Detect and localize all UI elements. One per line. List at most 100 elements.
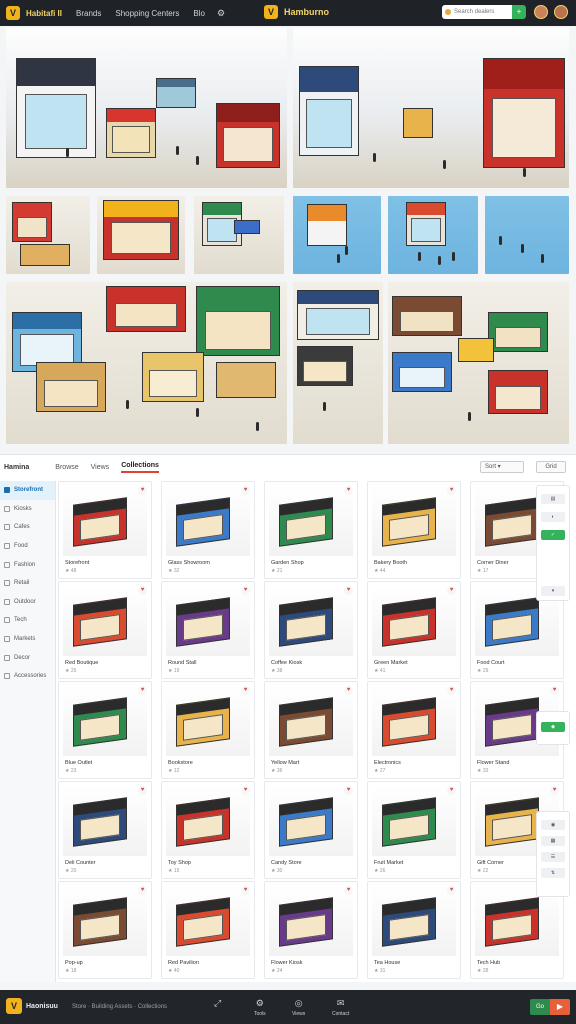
nav-link-blog[interactable]: Blo [193, 9, 205, 18]
gallery-image-mall-1[interactable] [6, 28, 287, 188]
asset-card[interactable]: ♥ Red Boutique ★ 25 [58, 581, 152, 679]
favorite-icon[interactable]: ♥ [344, 886, 353, 895]
asset-card[interactable]: ♥ Red Pavilion ★ 40 [161, 881, 255, 979]
go-button[interactable]: Go [530, 999, 550, 1015]
asset-card[interactable]: ♥ Electronics ★ 27 [367, 681, 461, 779]
favorite-icon[interactable]: ♥ [138, 686, 147, 695]
asset-card[interactable]: ♥ Round Stall ★ 19 [161, 581, 255, 679]
favorite-icon[interactable]: ♥ [138, 586, 147, 595]
shop-illustration [156, 78, 196, 108]
sidebar-item-label: Outdoor [14, 598, 36, 605]
sidebar-item[interactable]: Kiosks [0, 500, 55, 519]
favorite-icon[interactable]: ♥ [550, 786, 559, 795]
sidebar-item[interactable]: Storefront [0, 481, 55, 500]
nav-link-brands[interactable]: Brands [76, 9, 101, 18]
sidebar-item[interactable]: Outdoor [0, 593, 55, 612]
tab-browse[interactable]: Browse [55, 464, 78, 471]
asset-card[interactable]: ♥ Pop-up ★ 18 [58, 881, 152, 979]
filter-button[interactable]: ◐ [541, 512, 565, 522]
gallery-image-plaza-2[interactable] [293, 282, 383, 444]
favorite-icon[interactable]: ♥ [550, 686, 559, 695]
gallery-tile-4[interactable] [293, 196, 381, 274]
asset-name: Candy Store [271, 860, 302, 866]
footer-nav-expand[interactable]: ⤢ [214, 998, 221, 1011]
asset-card[interactable]: ♥ Garden Shop ★ 21 [264, 481, 358, 579]
search-input[interactable]: Search dealers [442, 5, 516, 19]
nav-link-shopping[interactable]: Shopping Centers [115, 9, 179, 18]
asset-card[interactable]: ♥ Bakery Booth ★ 44 [367, 481, 461, 579]
asset-card[interactable]: ♥ Toy Shop ★ 15 [161, 781, 255, 879]
gallery-tile-1[interactable] [6, 196, 90, 274]
gallery-tile-3[interactable] [194, 196, 284, 274]
asset-card[interactable]: ♥ Green Market ★ 41 [367, 581, 461, 679]
favorite-icon[interactable]: ♥ [447, 486, 456, 495]
asset-card[interactable]: ♥ Candy Store ★ 30 [264, 781, 358, 879]
favorite-icon[interactable]: ♥ [138, 886, 147, 895]
filter-button[interactable]: ▤ [541, 494, 565, 504]
favorite-icon[interactable]: ♥ [447, 586, 456, 595]
favorite-icon[interactable]: ♥ [344, 486, 353, 495]
asset-rating: ★ 30 [271, 868, 283, 874]
gallery-tile-6[interactable] [485, 196, 569, 274]
play-button[interactable]: ▶ [550, 999, 570, 1015]
asset-card[interactable]: ♥ Tea House ★ 31 [367, 881, 461, 979]
asset-card[interactable]: ♥ Bookstore ★ 12 [161, 681, 255, 779]
settings-icon[interactable]: ⚙ [217, 8, 225, 19]
favorite-icon[interactable]: ♥ [241, 586, 250, 595]
asset-card[interactable]: ♥ Fruit Market ★ 26 [367, 781, 461, 879]
sidebar-item[interactable]: Tech [0, 611, 55, 630]
tab-collections[interactable]: Collections [121, 462, 159, 473]
sidebar-item[interactable]: Accessories [0, 667, 55, 686]
favorite-icon[interactable]: ♥ [241, 686, 250, 695]
filter-button[interactable]: ⇅ [541, 868, 565, 878]
favorite-icon[interactable]: ♥ [344, 786, 353, 795]
view-toggle[interactable]: Grid [536, 461, 566, 473]
favorite-icon[interactable]: ♥ [138, 786, 147, 795]
asset-card[interactable]: ♥ Blue Outlet ★ 23 [58, 681, 152, 779]
asset-card[interactable]: ♥ Storefront ★ 48 [58, 481, 152, 579]
asset-card[interactable]: ♥ Deli Counter ★ 20 [58, 781, 152, 879]
avatar-secondary[interactable] [554, 5, 568, 19]
filter-button[interactable]: ▦ [541, 836, 565, 846]
gallery-tile-2[interactable] [97, 196, 185, 274]
gallery-image-plaza-1[interactable] [6, 282, 287, 444]
app-logo-icon[interactable]: V [6, 6, 20, 20]
asset-card[interactable]: ♥ Coffee Kiosk ★ 38 [264, 581, 358, 679]
footer-nav-contact[interactable]: ✉ Contact [332, 998, 349, 1017]
sidebar-item[interactable]: Cafes [0, 518, 55, 537]
favorite-icon[interactable]: ♥ [241, 886, 250, 895]
favorite-icon[interactable]: ♥ [447, 786, 456, 795]
filter-button[interactable]: ◆ [541, 722, 565, 732]
favorite-icon[interactable]: ♥ [447, 686, 456, 695]
sidebar-item[interactable]: Decor [0, 648, 55, 667]
gallery-image-plaza-3[interactable] [388, 282, 569, 444]
sidebar-item-label: Food [14, 543, 28, 550]
tab-views[interactable]: Views [91, 464, 110, 471]
avatar[interactable] [534, 5, 548, 19]
sidebar-item[interactable]: Markets [0, 630, 55, 649]
center-logo-icon[interactable]: V [264, 5, 278, 19]
asset-card[interactable]: ♥ Glass Showroom ★ 32 [161, 481, 255, 579]
favorite-icon[interactable]: ♥ [241, 486, 250, 495]
asset-card[interactable]: ♥ Yellow Mart ★ 36 [264, 681, 358, 779]
asset-card[interactable]: ♥ Flower Kiosk ★ 24 [264, 881, 358, 979]
search-submit-button[interactable]: + [512, 5, 526, 19]
filter-button[interactable]: ▾ [541, 586, 565, 596]
footer-logo-icon[interactable]: V [6, 998, 22, 1014]
footer-nav-tools[interactable]: ⚙ Tools [254, 998, 266, 1017]
gallery-tile-5[interactable] [388, 196, 478, 274]
footer-nav-views[interactable]: ◎ Views [292, 998, 305, 1017]
filter-button[interactable]: ✓ [541, 530, 565, 540]
sidebar-item[interactable]: Retail [0, 574, 55, 593]
favorite-icon[interactable]: ♥ [241, 786, 250, 795]
sidebar-item[interactable]: Fashion [0, 555, 55, 574]
sidebar-item[interactable]: Food [0, 537, 55, 556]
favorite-icon[interactable]: ♥ [138, 486, 147, 495]
filter-button[interactable]: ☰ [541, 852, 565, 862]
favorite-icon[interactable]: ♥ [344, 586, 353, 595]
favorite-icon[interactable]: ♥ [447, 886, 456, 895]
gallery-image-mall-2[interactable] [293, 28, 569, 188]
sort-dropdown[interactable]: Sort ▾ [480, 461, 524, 473]
filter-button[interactable]: ◉ [541, 820, 565, 830]
favorite-icon[interactable]: ♥ [344, 686, 353, 695]
